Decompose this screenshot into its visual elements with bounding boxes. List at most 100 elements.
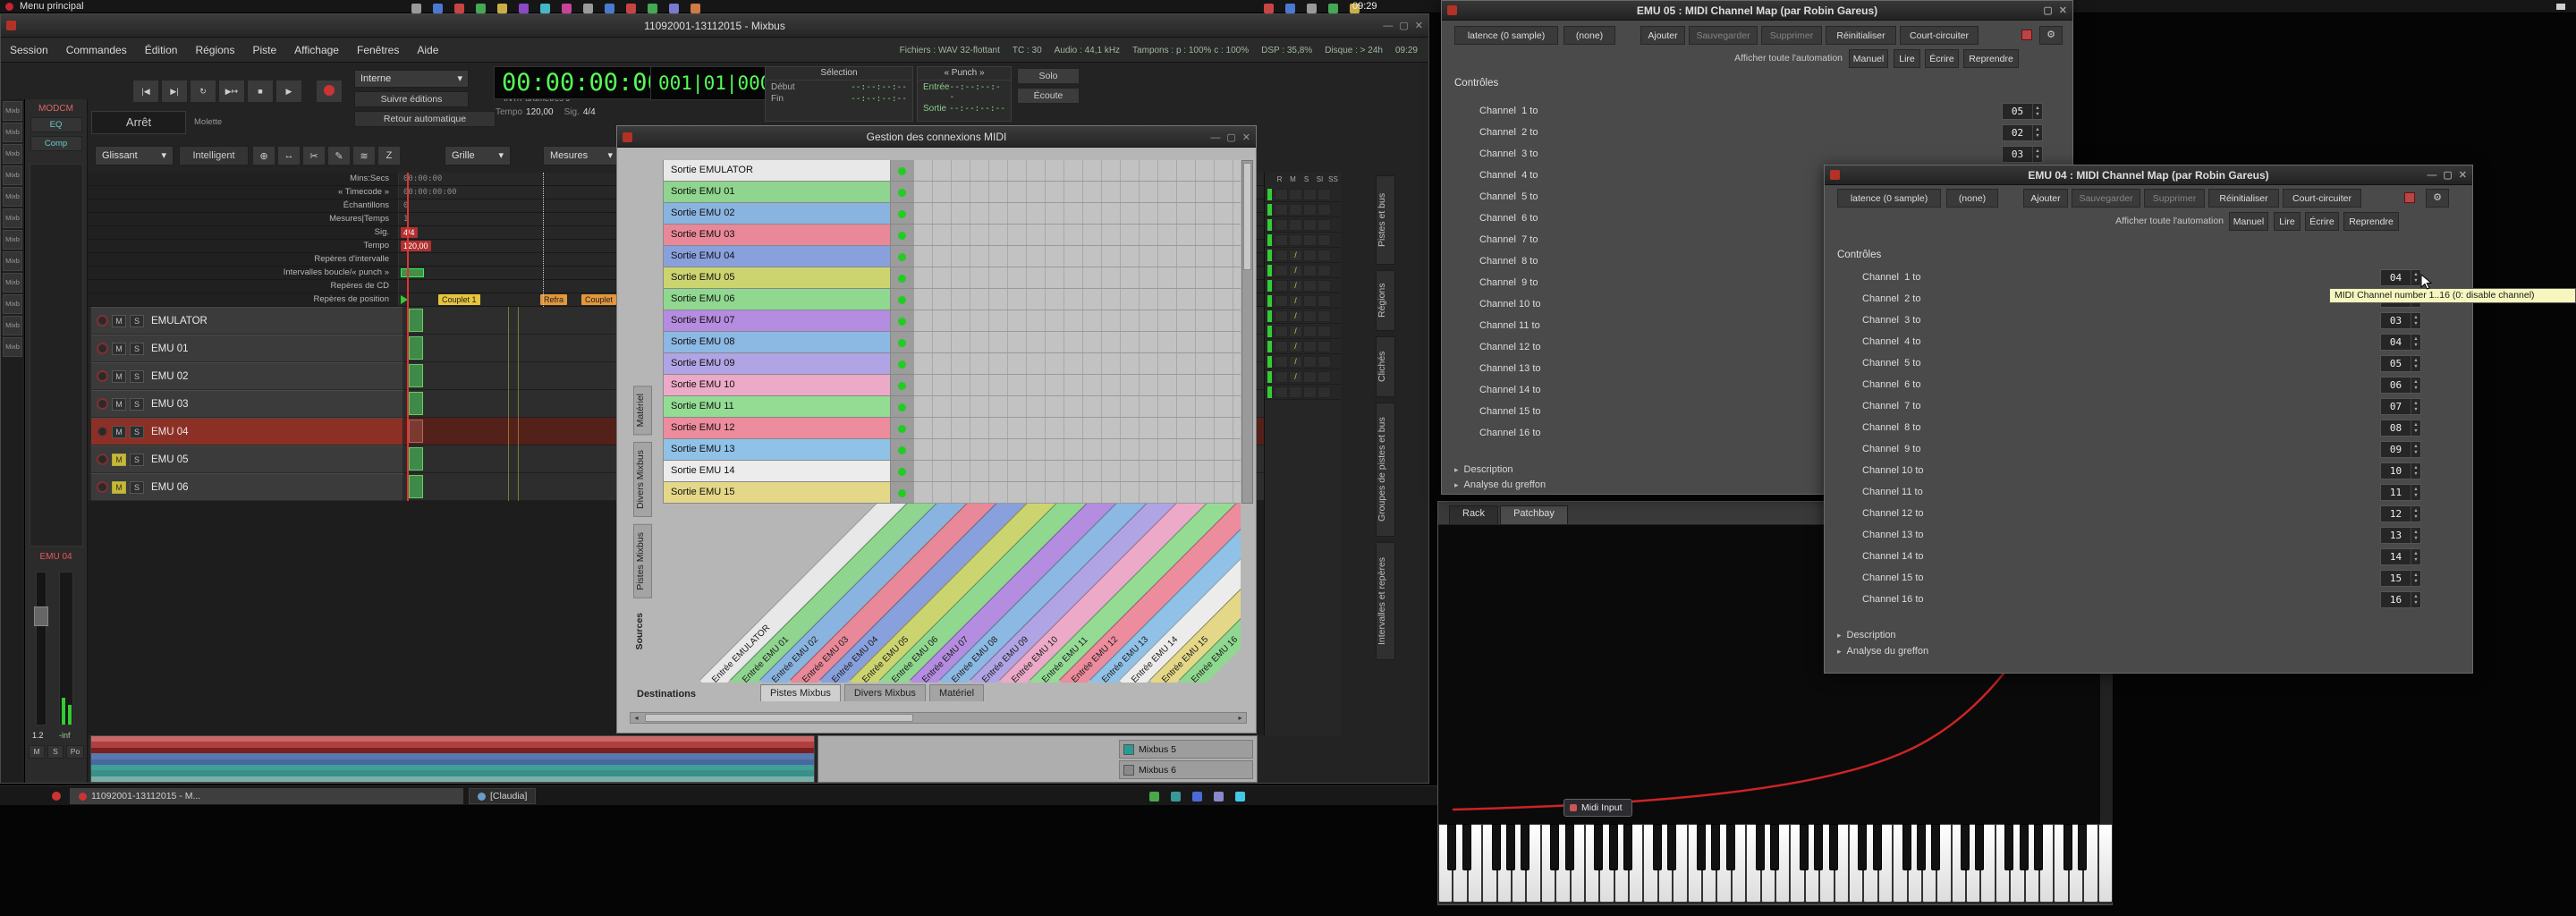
punch-in-value[interactable]: --:--:--:-- [949, 82, 1005, 102]
list-cell[interactable]: / [1289, 355, 1302, 368]
matrix-row-cells[interactable] [914, 160, 1241, 182]
piano-black-key[interactable] [1755, 824, 1765, 870]
panel-corner-widget[interactable] [2556, 4, 2565, 10]
preset-save-button[interactable]: Sauvegarder [1689, 26, 1758, 45]
spinner-arrows[interactable]: ▲▼ [2411, 356, 2420, 371]
spin-down-icon[interactable]: ▼ [2411, 557, 2420, 564]
mini-strip-item[interactable]: Mixb [3, 251, 22, 271]
piano-black-key[interactable] [1505, 824, 1515, 870]
list-cell[interactable] [1318, 386, 1331, 398]
smart-mode-toggle[interactable]: Intelligent [179, 146, 249, 165]
midi-region[interactable] [409, 475, 423, 498]
spin-down-icon[interactable]: ▼ [2033, 155, 2042, 161]
channel-spinbox[interactable]: 04 ▲ ▼ [2380, 334, 2421, 351]
list-cell[interactable] [1275, 249, 1288, 261]
analysis-expander[interactable]: ▸ Analyse du greffon [1454, 479, 1546, 490]
piano-black-key[interactable] [1521, 824, 1530, 870]
transport-button[interactable]: ↻ [190, 80, 216, 103]
reset-button[interactable]: Réinitialiser [2208, 189, 2279, 208]
sidebar-tab[interactable]: Clichés [1376, 336, 1395, 397]
matrix-row-cells[interactable] [914, 182, 1241, 203]
list-cell[interactable] [1303, 279, 1317, 292]
minimize-button[interactable]: — [1210, 132, 1220, 143]
punch-in-button[interactable]: Entrée [923, 82, 949, 102]
list-cell[interactable] [1303, 218, 1317, 231]
channel-spinbox[interactable]: 14 ▲ ▼ [2380, 548, 2421, 565]
spin-down-icon[interactable]: ▼ [2033, 112, 2042, 118]
midi-port-row[interactable]: Sortie EMU 04 [663, 246, 1241, 267]
piano-white-key[interactable] [1687, 824, 1707, 903]
list-cell[interactable] [1303, 340, 1317, 352]
list-cell[interactable] [1275, 233, 1288, 246]
piano-black-key[interactable] [1916, 824, 1926, 870]
spin-up-icon[interactable]: ▲ [2411, 379, 2420, 386]
list-cell[interactable] [1303, 355, 1317, 368]
piano-white-key[interactable] [1746, 824, 1765, 903]
piano-white-key[interactable] [1848, 824, 1868, 903]
track-header[interactable]: M S EMU 03 [90, 390, 403, 418]
matrix-row-cells[interactable] [914, 289, 1241, 310]
route-list-row[interactable]: / [1265, 354, 1341, 369]
mini-strip-item[interactable]: Mixb [3, 294, 22, 314]
mini-strip-item[interactable]: Mixb [3, 123, 22, 142]
automation-write-button[interactable]: Écrire [2305, 212, 2339, 231]
panel-app-icon[interactable] [648, 4, 657, 13]
piano-black-key[interactable] [1697, 824, 1707, 870]
list-cell[interactable] [1318, 218, 1331, 231]
mute-button[interactable]: M [112, 425, 126, 438]
spin-down-icon[interactable]: ▼ [2411, 600, 2420, 606]
panel-app-icon[interactable] [454, 4, 464, 13]
source-tab[interactable]: Divers Mixbus [632, 442, 652, 518]
piano-black-key[interactable] [1961, 824, 1970, 870]
bypass-button[interactable]: Court-circuiter [1900, 26, 1979, 45]
list-cell[interactable] [1289, 233, 1302, 246]
list-cell[interactable] [1318, 340, 1331, 352]
piano-black-key[interactable] [1652, 824, 1662, 870]
panel-app-icon[interactable] [476, 4, 486, 13]
pin-management-button[interactable]: ⚙ [2039, 26, 2063, 45]
track-header[interactable]: M S EMU 04 [90, 418, 403, 445]
list-cell[interactable] [1275, 355, 1288, 368]
channel-spinbox[interactable]: 07 ▲ ▼ [2380, 398, 2421, 415]
transport-button[interactable]: ■ [247, 80, 274, 103]
panel-app-icon[interactable] [626, 4, 636, 13]
midi-port-row[interactable]: Sortie EMU 14 [663, 461, 1241, 482]
panel-app-icon[interactable] [605, 4, 614, 13]
transport-button[interactable]: ▶ [275, 80, 302, 103]
source-tab[interactable]: Matériel [632, 386, 652, 436]
close-button[interactable]: ✕ [2459, 170, 2467, 181]
channel-spinbox[interactable]: 13 ▲ ▼ [2380, 527, 2421, 544]
punch-out-value[interactable]: --:--:--:-- [949, 104, 1005, 114]
list-cell[interactable] [1303, 370, 1317, 383]
piano-white-key[interactable] [1643, 824, 1662, 903]
tool-button[interactable]: ✂ [302, 146, 326, 165]
scrollbar-thumb[interactable] [1243, 163, 1251, 270]
list-cell[interactable] [1289, 218, 1302, 231]
route-list-row[interactable] [1265, 187, 1341, 202]
sync-source-dropdown[interactable]: Interne ▾ [354, 70, 469, 88]
route-list-row[interactable]: / [1265, 309, 1341, 324]
midi-port-row[interactable]: Sortie EMU 01 [663, 182, 1241, 203]
matrix-row-cells[interactable] [914, 310, 1241, 332]
list-cell[interactable] [1275, 218, 1288, 231]
patchbay-tab[interactable]: Rack [1449, 505, 1499, 524]
matrix-row-cells[interactable] [914, 482, 1241, 504]
list-cell[interactable] [1303, 188, 1317, 200]
channel-spinbox[interactable]: 12 ▲ ▼ [2380, 505, 2421, 522]
spinner-arrows[interactable]: ▲▼ [2032, 104, 2042, 119]
piano-black-key[interactable] [1447, 824, 1457, 870]
preset-delete-button[interactable]: Supprimer [1761, 26, 1822, 45]
list-cell[interactable] [1303, 386, 1317, 398]
mini-strip-item[interactable]: Mixb [3, 144, 22, 164]
tool-button[interactable]: ≋ [352, 146, 376, 165]
channel-spinbox[interactable]: 05 ▲ ▼ [2380, 355, 2421, 372]
spin-up-icon[interactable]: ▲ [2033, 148, 2042, 155]
solo-button[interactable]: S [130, 369, 144, 383]
midi-region[interactable] [409, 447, 423, 471]
record-arm-button[interactable] [97, 481, 108, 493]
midi-port-row[interactable]: Sortie EMU 11 [663, 396, 1241, 418]
route-list-row[interactable] [1265, 385, 1341, 400]
mini-strip-item[interactable]: Mixb [3, 273, 22, 293]
mute-button[interactable]: M [112, 397, 126, 411]
spin-up-icon[interactable]: ▲ [2411, 315, 2420, 321]
